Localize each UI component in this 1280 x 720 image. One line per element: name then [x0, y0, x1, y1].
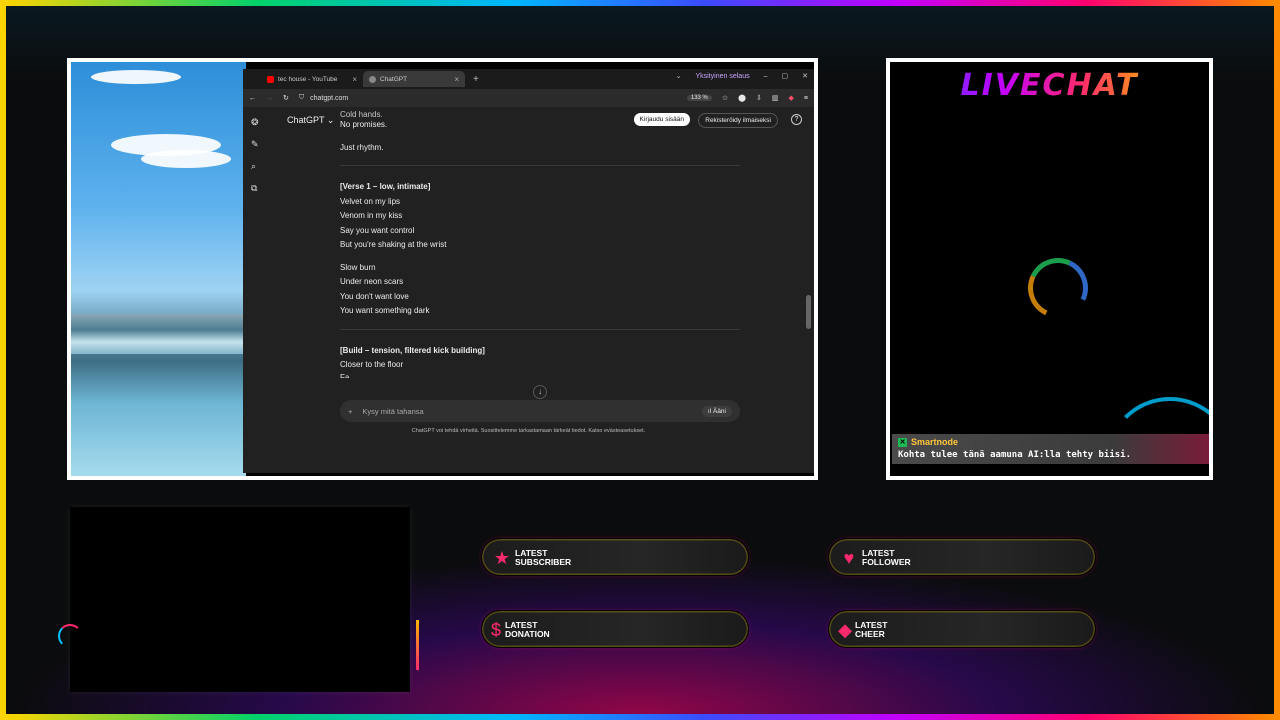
- close-icon[interactable]: ×: [454, 75, 459, 84]
- save-icon[interactable]: ⇩: [756, 94, 762, 102]
- latest-cheer-widget: ◆ LATEST CHEER: [828, 610, 1096, 648]
- chatgpt-page: ❂ ✎ ⌕ ⧉ ChatGPT ⌄ Kirjaudu sisään Rekist…: [243, 107, 814, 473]
- model-selector[interactable]: ChatGPT ⌄: [287, 115, 334, 126]
- browser-window: tec house - YouTube × ChatGPT × + ⌄ Yksi…: [243, 69, 814, 473]
- lyric-line: Fa...: [340, 372, 357, 378]
- divider: [340, 165, 740, 166]
- back-icon[interactable]: ←: [249, 95, 256, 102]
- chat-message: ✕ Smartnode Kohta tulee tänä aamuna AI:l…: [892, 434, 1209, 464]
- latest-donation-widget: $ LATEST DONATION: [481, 610, 749, 648]
- extension-red-icon[interactable]: ◆: [789, 94, 794, 102]
- url-text: chatgpt.com: [310, 94, 349, 102]
- bookmark-star-icon[interactable]: ☆: [722, 94, 728, 102]
- prompt-composer[interactable]: + Kysy mitä tahansa ıl Ääni: [340, 400, 740, 422]
- private-browsing-badge[interactable]: Yksityinen selaus: [696, 73, 750, 80]
- tab-label: tec house - YouTube: [278, 75, 338, 83]
- section-heading: [Verse 1 – low, intimate]: [340, 182, 431, 191]
- lyric-line: Just rhythm.: [340, 142, 384, 152]
- youtube-icon: [267, 75, 274, 83]
- lyric-line: Closer to the floor: [340, 360, 404, 369]
- lyric-line: Velvet on my lips: [340, 196, 401, 206]
- chat-username: ✕ Smartnode: [898, 437, 958, 447]
- close-icon[interactable]: ×: [352, 75, 357, 84]
- extension-icon[interactable]: ⬤: [738, 94, 746, 102]
- tab-list-icon[interactable]: ⌄: [676, 72, 682, 80]
- screen-capture-window: tec house - YouTube × ChatGPT × + ⌄ Yksi…: [67, 58, 818, 480]
- close-window-icon[interactable]: ✕: [802, 72, 808, 80]
- lyric-line: But you're shaking at the wrist: [340, 240, 447, 249]
- tab-label: ChatGPT: [380, 75, 408, 83]
- disclaimer-text: ChatGPT voi tehdä virheitä. Suosittelemm…: [411, 428, 646, 434]
- dollar-icon: $: [490, 620, 501, 640]
- tab-strip: tec house - YouTube × ChatGPT × + ⌄ Yksi…: [243, 69, 814, 89]
- livechat-panel: LIVECHAT ✕ Smartnode Kohta tulee tänä aa…: [886, 58, 1213, 480]
- latest-follower-widget: ♥ LATEST FOLLOWER: [828, 538, 1096, 576]
- lyric-stanza: Slow burn Under neon scars You don't wan…: [340, 261, 740, 319]
- lyric-line: Slow burn: [340, 262, 376, 272]
- lyric-line: You don't want love: [340, 291, 409, 301]
- address-bar[interactable]: ⛉ chatgpt.com: [299, 94, 677, 102]
- decorative-bar: [416, 620, 419, 670]
- lyric-line: No promises.: [340, 120, 388, 129]
- library-icon[interactable]: ⧉: [251, 183, 259, 194]
- desktop-wallpaper: [71, 62, 246, 476]
- chatgpt-icon: [369, 75, 376, 83]
- prompt-input[interactable]: Kysy mitä tahansa: [362, 407, 423, 416]
- latest-subscriber-widget: ★ LATEST SUBSCRIBER: [481, 538, 749, 576]
- search-icon[interactable]: ⌕: [251, 161, 259, 172]
- widget-label: LATEST CHEER: [855, 620, 888, 639]
- help-icon[interactable]: ?: [791, 114, 802, 125]
- lyric-line: Venom in my kiss: [340, 211, 403, 220]
- widget-label: LATEST FOLLOWER: [862, 548, 911, 567]
- lyric-line: Cold hands.: [340, 111, 383, 118]
- moderator-badge-icon: ✕: [898, 437, 907, 447]
- webcam-placeholder: [70, 507, 410, 692]
- loading-spinner-icon: [1019, 249, 1097, 327]
- section-heading: [Build – tension, filtered kick building…: [340, 345, 485, 355]
- zoom-indicator[interactable]: 133 %: [686, 95, 712, 101]
- star-icon: ★: [493, 548, 511, 568]
- lyric-stanza: [Verse 1 – low, intimate] Velvet on my l…: [340, 180, 740, 253]
- reload-icon[interactable]: ↻: [283, 94, 289, 102]
- decorative-ring: [58, 624, 82, 648]
- tab-chatgpt[interactable]: ChatGPT ×: [363, 71, 465, 87]
- plus-icon[interactable]: +: [348, 407, 352, 416]
- chatgpt-sidebar-rail: ❂ ✎ ⌕ ⧉: [251, 117, 259, 194]
- assistant-message: Cold hands. No promises. Just rhythm. [V…: [340, 111, 740, 386]
- username-text: Smartnode: [911, 437, 959, 447]
- livechat-title: LIVECHAT: [890, 68, 1209, 103]
- lyric-line: Say you want control: [340, 225, 415, 235]
- scrollbar[interactable]: [806, 295, 811, 329]
- new-tab-button[interactable]: +: [473, 74, 479, 85]
- lyric-stanza: Just rhythm.: [340, 141, 740, 156]
- sidebar-icon[interactable]: ▥: [772, 94, 779, 102]
- menu-icon[interactable]: ≡: [804, 95, 808, 102]
- openai-logo-icon[interactable]: ❂: [251, 117, 259, 128]
- widget-label: LATEST SUBSCRIBER: [515, 548, 572, 567]
- diamond-icon: ◆: [838, 620, 852, 640]
- lyric-stanza: [Build – tension, filtered kick building…: [340, 344, 740, 378]
- tab-youtube[interactable]: tec house - YouTube ×: [261, 71, 363, 87]
- scroll-down-button[interactable]: ↓: [533, 385, 547, 399]
- lyric-line: You want something dark: [340, 306, 430, 315]
- navigation-bar: ← → ↻ ⛉ chatgpt.com 133 % ☆ ⬤ ⇩ ▥ ◆ ≡: [243, 89, 814, 107]
- heart-icon: ♥: [843, 548, 855, 568]
- divider: [340, 328, 740, 330]
- voice-label: Ääni: [712, 407, 726, 415]
- voice-button[interactable]: ıl Ääni: [701, 405, 732, 417]
- maximize-icon[interactable]: ▢: [782, 72, 789, 80]
- shield-icon: ⛉: [298, 94, 305, 101]
- lyric-line: Under neon scars: [340, 277, 404, 286]
- lyric-stanza: Cold hands. No promises.: [340, 111, 740, 133]
- chat-message-text: Kohta tulee tänä aamuna AI:lla tehty bii…: [898, 450, 1131, 460]
- new-chat-icon[interactable]: ✎: [251, 139, 259, 150]
- forward-icon[interactable]: →: [266, 95, 273, 102]
- widget-label: LATEST DONATION: [505, 620, 550, 639]
- minimize-icon[interactable]: –: [764, 73, 768, 80]
